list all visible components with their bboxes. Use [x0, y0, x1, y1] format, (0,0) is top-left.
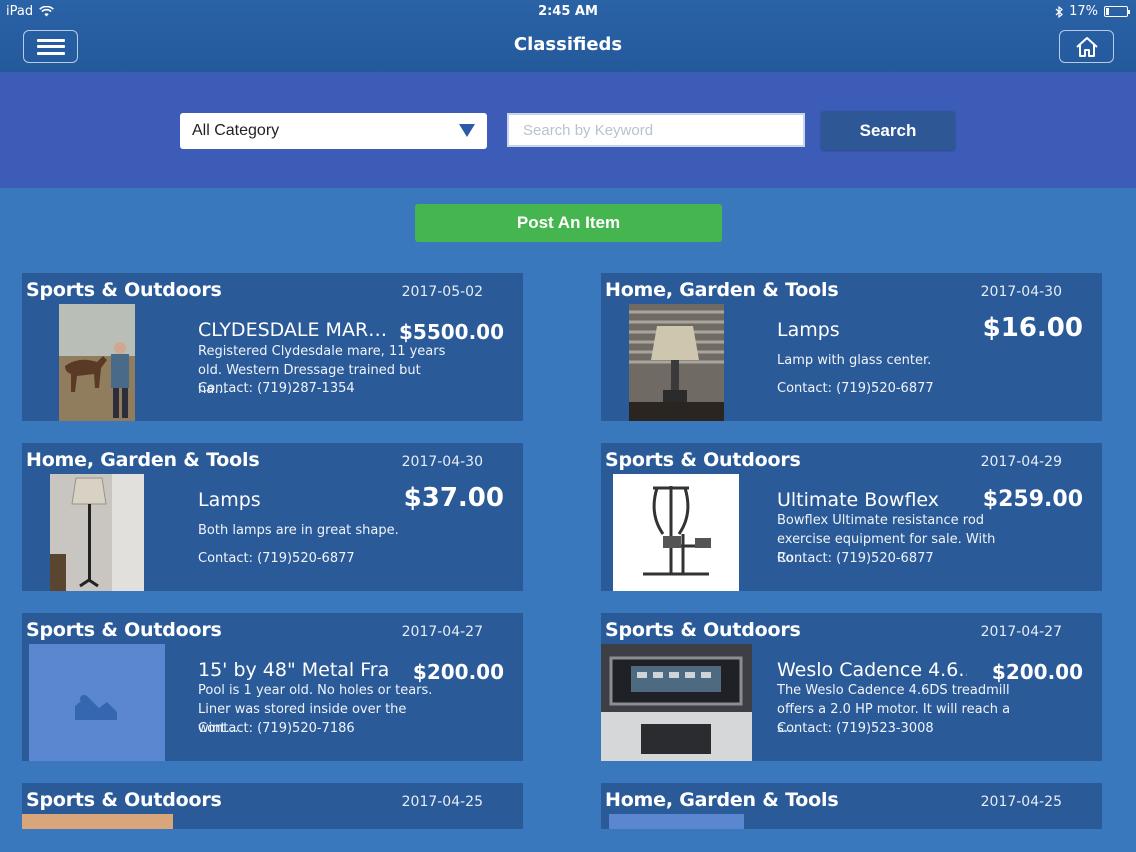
listing-contact: Contact: (719)520-6877: [198, 551, 355, 566]
listing-category: Home, Garden & Tools: [605, 789, 839, 811]
listing-price: $16.00: [982, 313, 1083, 343]
listing-thumbnail: [29, 644, 165, 761]
status-time: 2:45 AM: [538, 4, 598, 19]
bowflex-photo: [613, 474, 739, 591]
battery-icon: [1104, 6, 1130, 17]
chevron-down-icon: [459, 124, 475, 137]
listing-title: Lamps: [198, 489, 261, 511]
listing-date: 2017-04-29: [980, 454, 1062, 470]
search-band: All Category Search: [0, 72, 1136, 188]
floor-lamp-photo: [50, 474, 144, 591]
listing-card[interactable]: Sports & Outdoors 2017-05-02 CLYDESDALE …: [22, 273, 523, 421]
top-bar: iPad 2:45 AM 17% Classifieds: [0, 0, 1136, 72]
listing-date: 2017-04-25: [980, 794, 1062, 810]
listing-thumbnail: [613, 474, 739, 591]
listing-category: Sports & Outdoors: [26, 619, 222, 641]
listing-title: Lamps: [777, 319, 840, 341]
status-bar: iPad 2:45 AM 17%: [0, 0, 1136, 22]
keyword-search-input[interactable]: [507, 113, 805, 147]
listing-contact: Contact: (719)523-3008: [777, 721, 934, 736]
home-icon: [1075, 36, 1098, 57]
bluetooth-icon: [1055, 5, 1064, 18]
listing-price: $5500.00: [398, 320, 504, 344]
listing-category: Sports & Outdoors: [26, 279, 222, 301]
listing-category: Sports & Outdoors: [605, 449, 801, 471]
search-button[interactable]: Search: [821, 111, 955, 150]
listing-category: Home, Garden & Tools: [26, 449, 260, 471]
listing-card[interactable]: Home, Garden & Tools 2017-04-30 Lamps $3…: [22, 443, 523, 591]
battery-fill: [1106, 8, 1109, 15]
listing-title: Ultimate Bowflex: [777, 489, 940, 511]
listing-price: $37.00: [403, 483, 504, 513]
listing-thumbnail: [609, 814, 744, 829]
listing-contact: Contact: (719)287-1354: [198, 381, 355, 396]
listing-card[interactable]: Home, Garden & Tools 2017-04-25: [601, 783, 1102, 829]
listing-date: 2017-04-30: [980, 284, 1062, 300]
category-select-value: All Category: [192, 122, 280, 139]
listing-description: Both lamps are in great shape.: [198, 523, 399, 538]
listing-card[interactable]: Sports & Outdoors 2017-04-27 15' by 48" …: [22, 613, 523, 761]
listing-contact: Contact: (719)520-6877: [777, 551, 934, 566]
listing-thumbnail: [50, 474, 144, 591]
listing-title: Weslo Cadence 4.6…: [777, 659, 967, 681]
treadmill-photo: [601, 644, 752, 761]
post-item-button[interactable]: Post An Item: [415, 204, 722, 242]
listing-price: $259.00: [982, 487, 1083, 512]
listing-date: 2017-04-30: [401, 454, 483, 470]
listing-date: 2017-04-27: [401, 624, 483, 640]
lamp-photo: [629, 304, 724, 421]
listing-contact: Contact: (719)520-7186: [198, 721, 355, 736]
home-button[interactable]: [1059, 30, 1114, 63]
listing-thumbnail: [629, 304, 724, 421]
horse-photo: [59, 304, 135, 421]
image-placeholder-icon: [75, 695, 117, 720]
listing-category: Sports & Outdoors: [26, 789, 222, 811]
listing-card[interactable]: Home, Garden & Tools 2017-04-30 Lamps $1…: [601, 273, 1102, 421]
listing-date: 2017-04-25: [401, 794, 483, 810]
listing-description: Lamp with glass center.: [777, 353, 932, 368]
listing-title: 15' by 48" Metal Fra…: [198, 659, 388, 681]
listing-thumbnail: [59, 304, 135, 421]
listing-card[interactable]: Sports & Outdoors 2017-04-25: [22, 783, 523, 829]
listing-card[interactable]: Sports & Outdoors 2017-04-29 Ultimate Bo…: [601, 443, 1102, 591]
listing-card[interactable]: Sports & Outdoors 2017-04-27 Weslo Caden…: [601, 613, 1102, 761]
listing-date: 2017-04-27: [980, 624, 1062, 640]
listing-category: Home, Garden & Tools: [605, 279, 839, 301]
listing-category: Sports & Outdoors: [605, 619, 801, 641]
category-select[interactable]: All Category: [180, 113, 487, 149]
listing-title: CLYDESDALE MAR…: [198, 319, 388, 341]
status-right: 17%: [1055, 4, 1130, 19]
listing-thumbnail: [601, 644, 752, 761]
listing-thumbnail: [22, 814, 173, 829]
listing-date: 2017-05-02: [401, 284, 483, 300]
page-title: Classifieds: [513, 34, 623, 55]
battery-percent: 17%: [1069, 4, 1098, 19]
listing-contact: Contact: (719)520-6877: [777, 381, 934, 396]
